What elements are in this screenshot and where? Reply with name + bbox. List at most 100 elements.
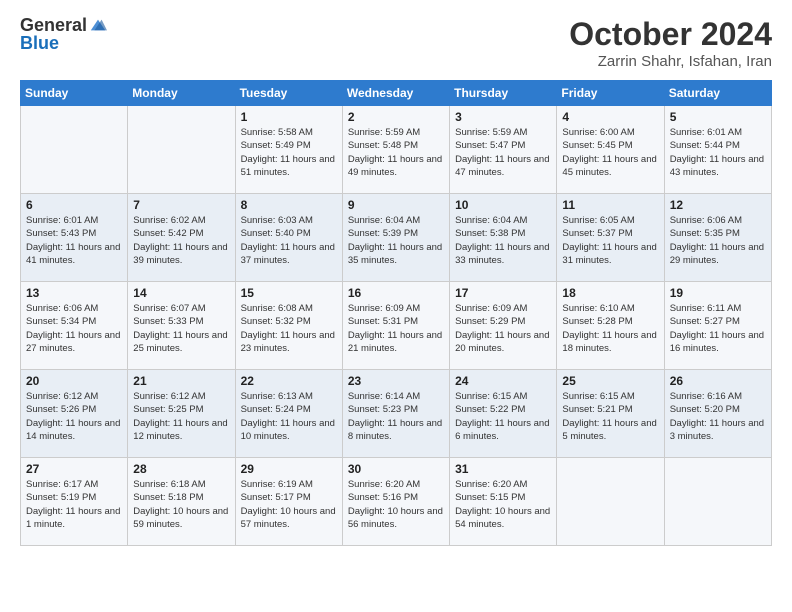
calendar-table: Sunday Monday Tuesday Wednesday Thursday… xyxy=(20,80,772,546)
logo-icon xyxy=(89,16,107,34)
table-row xyxy=(128,106,235,194)
weekday-sunday: Sunday xyxy=(21,81,128,106)
day-detail: Sunrise: 6:19 AMSunset: 5:17 PMDaylight:… xyxy=(241,478,337,531)
day-number: 18 xyxy=(562,286,658,300)
day-number: 28 xyxy=(133,462,229,476)
weekday-saturday: Saturday xyxy=(664,81,771,106)
day-number: 31 xyxy=(455,462,551,476)
day-number: 9 xyxy=(348,198,444,212)
table-row: 4 Sunrise: 6:00 AMSunset: 5:45 PMDaylight… xyxy=(557,106,664,194)
table-row: 9 Sunrise: 6:04 AMSunset: 5:39 PMDaylight… xyxy=(342,194,449,282)
table-row: 18 Sunrise: 6:10 AMSunset: 5:28 PMDayligh… xyxy=(557,282,664,370)
day-number: 4 xyxy=(562,110,658,124)
weekday-friday: Friday xyxy=(557,81,664,106)
header: General Blue October 2024 Zarrin Shahr, … xyxy=(20,16,772,70)
weekday-thursday: Thursday xyxy=(450,81,557,106)
table-row xyxy=(557,458,664,546)
day-number: 27 xyxy=(26,462,122,476)
day-number: 15 xyxy=(241,286,337,300)
day-detail: Sunrise: 5:58 AMSunset: 5:49 PMDaylight:… xyxy=(241,126,337,179)
day-detail: Sunrise: 6:01 AMSunset: 5:44 PMDaylight:… xyxy=(670,126,766,179)
logo: General Blue xyxy=(20,16,107,52)
day-detail: Sunrise: 6:16 AMSunset: 5:20 PMDaylight:… xyxy=(670,390,766,443)
day-number: 16 xyxy=(348,286,444,300)
day-detail: Sunrise: 6:20 AMSunset: 5:16 PMDaylight:… xyxy=(348,478,444,531)
day-detail: Sunrise: 6:08 AMSunset: 5:32 PMDaylight:… xyxy=(241,302,337,355)
table-row: 30 Sunrise: 6:20 AMSunset: 5:16 PMDayligh… xyxy=(342,458,449,546)
title-block: October 2024 Zarrin Shahr, Isfahan, Iran xyxy=(569,16,772,70)
day-number: 1 xyxy=(241,110,337,124)
table-row: 11 Sunrise: 6:05 AMSunset: 5:37 PMDayligh… xyxy=(557,194,664,282)
day-number: 30 xyxy=(348,462,444,476)
day-detail: Sunrise: 6:14 AMSunset: 5:23 PMDaylight:… xyxy=(348,390,444,443)
day-number: 26 xyxy=(670,374,766,388)
table-row: 12 Sunrise: 6:06 AMSunset: 5:35 PMDayligh… xyxy=(664,194,771,282)
table-row xyxy=(21,106,128,194)
table-row: 7Sunrise: 6:02 AMSunset: 5:42 PMDaylight… xyxy=(128,194,235,282)
day-detail: Sunrise: 6:12 AMSunset: 5:25 PMDaylight:… xyxy=(133,390,229,443)
day-number: 3 xyxy=(455,110,551,124)
location: Zarrin Shahr, Isfahan, Iran xyxy=(569,53,772,70)
day-detail: Sunrise: 6:05 AMSunset: 5:37 PMDaylight:… xyxy=(562,214,658,267)
day-number: 23 xyxy=(348,374,444,388)
table-row: 10Sunrise: 6:04 AMSunset: 5:38 PMDayligh… xyxy=(450,194,557,282)
day-number: 14 xyxy=(133,286,229,300)
day-number: 22 xyxy=(241,374,337,388)
logo-general: General xyxy=(20,16,87,34)
table-row: 3 Sunrise: 5:59 AMSunset: 5:47 PMDaylight… xyxy=(450,106,557,194)
day-detail: Sunrise: 6:09 AMSunset: 5:31 PMDaylight:… xyxy=(348,302,444,355)
day-number: 13 xyxy=(26,286,122,300)
table-row xyxy=(664,458,771,546)
day-detail: Sunrise: 6:10 AMSunset: 5:28 PMDaylight:… xyxy=(562,302,658,355)
table-row: 25 Sunrise: 6:15 AMSunset: 5:21 PMDayligh… xyxy=(557,370,664,458)
day-number: 24 xyxy=(455,374,551,388)
weekday-monday: Monday xyxy=(128,81,235,106)
table-row: 14Sunrise: 6:07 AMSunset: 5:33 PMDayligh… xyxy=(128,282,235,370)
day-detail: Sunrise: 6:15 AMSunset: 5:22 PMDaylight:… xyxy=(455,390,551,443)
table-row: 15 Sunrise: 6:08 AMSunset: 5:32 PMDayligh… xyxy=(235,282,342,370)
day-detail: Sunrise: 6:00 AMSunset: 5:45 PMDaylight:… xyxy=(562,126,658,179)
calendar-header: Sunday Monday Tuesday Wednesday Thursday… xyxy=(21,81,772,106)
day-detail: Sunrise: 6:17 AMSunset: 5:19 PMDaylight:… xyxy=(26,478,122,531)
day-detail: Sunrise: 6:11 AMSunset: 5:27 PMDaylight:… xyxy=(670,302,766,355)
day-detail: Sunrise: 6:12 AMSunset: 5:26 PMDaylight:… xyxy=(26,390,122,443)
day-detail: Sunrise: 6:04 AMSunset: 5:39 PMDaylight:… xyxy=(348,214,444,267)
table-row: 20Sunrise: 6:12 AMSunset: 5:26 PMDayligh… xyxy=(21,370,128,458)
weekday-tuesday: Tuesday xyxy=(235,81,342,106)
day-number: 12 xyxy=(670,198,766,212)
day-detail: Sunrise: 6:13 AMSunset: 5:24 PMDaylight:… xyxy=(241,390,337,443)
weekday-wednesday: Wednesday xyxy=(342,81,449,106)
table-row: 24 Sunrise: 6:15 AMSunset: 5:22 PMDayligh… xyxy=(450,370,557,458)
day-detail: Sunrise: 6:20 AMSunset: 5:15 PMDaylight:… xyxy=(455,478,551,531)
day-number: 5 xyxy=(670,110,766,124)
day-detail: Sunrise: 6:06 AMSunset: 5:35 PMDaylight:… xyxy=(670,214,766,267)
day-detail: Sunrise: 6:06 AMSunset: 5:34 PMDaylight:… xyxy=(26,302,122,355)
logo-blue: Blue xyxy=(20,34,59,52)
table-row: 29Sunrise: 6:19 AMSunset: 5:17 PMDayligh… xyxy=(235,458,342,546)
table-row: 5 Sunrise: 6:01 AMSunset: 5:44 PMDaylight… xyxy=(664,106,771,194)
day-detail: Sunrise: 6:01 AMSunset: 5:43 PMDaylight:… xyxy=(26,214,122,267)
table-row: 1 Sunrise: 5:58 AMSunset: 5:49 PMDaylight… xyxy=(235,106,342,194)
day-detail: Sunrise: 5:59 AMSunset: 5:47 PMDaylight:… xyxy=(455,126,551,179)
day-detail: Sunrise: 6:03 AMSunset: 5:40 PMDaylight:… xyxy=(241,214,337,267)
table-row: 28Sunrise: 6:18 AMSunset: 5:18 PMDayligh… xyxy=(128,458,235,546)
table-row: 17 Sunrise: 6:09 AMSunset: 5:29 PMDayligh… xyxy=(450,282,557,370)
day-number: 25 xyxy=(562,374,658,388)
day-number: 10 xyxy=(455,198,551,212)
table-row: 22 Sunrise: 6:13 AMSunset: 5:24 PMDayligh… xyxy=(235,370,342,458)
day-number: 6 xyxy=(26,198,122,212)
month-title: October 2024 xyxy=(569,16,772,53)
day-detail: Sunrise: 6:09 AMSunset: 5:29 PMDaylight:… xyxy=(455,302,551,355)
day-number: 19 xyxy=(670,286,766,300)
calendar-body: 1 Sunrise: 5:58 AMSunset: 5:49 PMDaylight… xyxy=(21,106,772,546)
table-row: 8 Sunrise: 6:03 AMSunset: 5:40 PMDaylight… xyxy=(235,194,342,282)
day-detail: Sunrise: 6:15 AMSunset: 5:21 PMDaylight:… xyxy=(562,390,658,443)
day-detail: Sunrise: 6:02 AMSunset: 5:42 PMDaylight:… xyxy=(133,214,229,267)
day-number: 21 xyxy=(133,374,229,388)
day-number: 8 xyxy=(241,198,337,212)
day-number: 11 xyxy=(562,198,658,212)
table-row: 31 Sunrise: 6:20 AMSunset: 5:15 PMDayligh… xyxy=(450,458,557,546)
day-number: 17 xyxy=(455,286,551,300)
table-row: 13 Sunrise: 6:06 AMSunset: 5:34 PMDayligh… xyxy=(21,282,128,370)
page: General Blue October 2024 Zarrin Shahr, … xyxy=(0,0,792,612)
